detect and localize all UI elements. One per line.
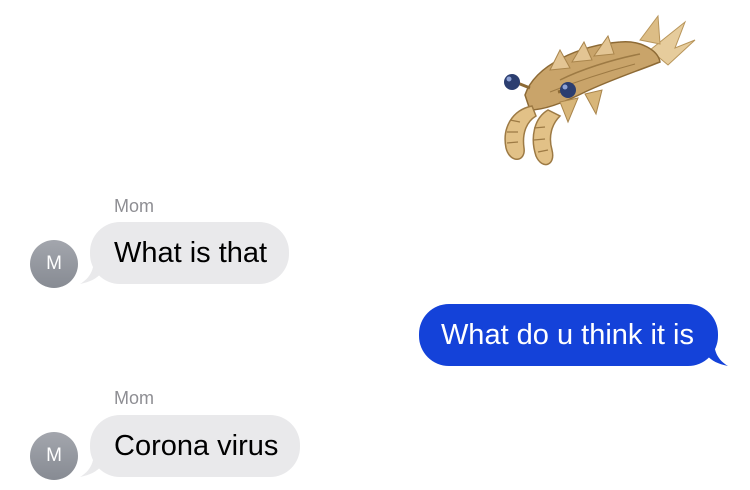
incoming-message-bubble[interactable]: What is that: [90, 222, 290, 284]
avatar-initial: M: [46, 445, 62, 466]
avatar-initial: M: [46, 253, 62, 274]
sender-name: Mom: [114, 388, 154, 408]
message-text: What do u think it is: [440, 318, 694, 351]
anomalocaris-sticker-icon[interactable]: [490, 10, 700, 175]
incoming-message-bubble[interactable]: Corona virus: [90, 415, 301, 477]
message-text: What is that: [114, 236, 268, 269]
avatar[interactable]: M: [30, 240, 78, 288]
sender-name: Mom: [114, 196, 154, 216]
outgoing-message-bubble[interactable]: What do u think it is: [418, 304, 718, 366]
avatar[interactable]: M: [30, 432, 78, 480]
message-text: Corona virus: [114, 429, 279, 462]
